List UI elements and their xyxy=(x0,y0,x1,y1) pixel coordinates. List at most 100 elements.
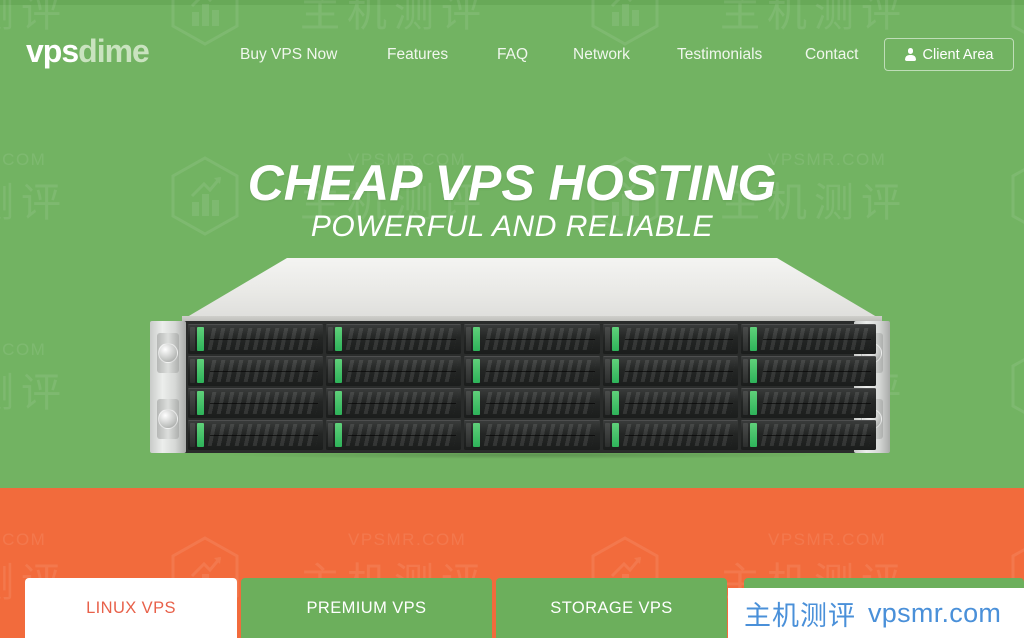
logo-primary-text: vps xyxy=(26,33,79,69)
drive-bay-seam xyxy=(762,371,871,372)
drive-bay-handle xyxy=(742,423,748,447)
server-rack-ear-left xyxy=(150,321,186,453)
logo-secondary-text: dime xyxy=(78,33,150,69)
drive-bay-handle xyxy=(742,359,748,383)
drive-bay xyxy=(740,420,876,450)
drive-bay-seam xyxy=(762,403,871,404)
site-logo[interactable]: vpsdime xyxy=(26,33,150,69)
drive-bay xyxy=(602,388,738,418)
tab-premium-vps[interactable]: PREMIUM VPS xyxy=(241,578,492,638)
drive-bay xyxy=(740,356,876,386)
drive-bay-latch xyxy=(473,423,481,447)
drive-bay-handle xyxy=(328,391,334,415)
drive-bay xyxy=(602,324,738,354)
client-area-button[interactable]: Client Area xyxy=(884,38,1014,71)
drive-bay-seam xyxy=(762,435,871,436)
drive-bay-seam xyxy=(348,435,457,436)
drive-bay-seam xyxy=(210,339,319,340)
site-watermark-badge: 主机测评 vpsmr.com xyxy=(728,588,1024,638)
drive-bay xyxy=(326,420,462,450)
drive-bay-latch xyxy=(473,327,481,351)
drive-bay-seam xyxy=(624,371,733,372)
drive-bay-handle xyxy=(466,327,472,351)
tab-storage-vps[interactable]: STORAGE VPS xyxy=(496,578,727,638)
drive-bay-seam xyxy=(348,371,457,372)
drive-bay-seam xyxy=(210,435,319,436)
nav-item-faq[interactable]: FAQ xyxy=(497,43,528,67)
site-header: vpsdime Buy VPS Now Features FAQ Network Tes… xyxy=(0,5,1024,89)
drive-bay xyxy=(188,388,324,418)
drive-bay-handle xyxy=(328,423,334,447)
drive-bay-latch xyxy=(197,359,204,383)
server-shadow xyxy=(210,451,850,459)
drive-bay-latch xyxy=(335,327,343,351)
drive-bay-seam xyxy=(762,339,871,340)
drive-bay xyxy=(464,388,600,418)
drive-bay xyxy=(188,324,324,354)
drive-bay-handle xyxy=(604,423,610,447)
drive-bay xyxy=(602,420,738,450)
nav-item-contact[interactable]: Contact xyxy=(805,43,858,67)
drive-bay xyxy=(326,388,462,418)
drive-bay-seam xyxy=(348,339,457,340)
hero-subtitle: POWERFUL AND RELIABLE xyxy=(310,210,714,243)
watermark-url-text: vpsmr.com xyxy=(868,597,1002,628)
drive-bay xyxy=(464,420,600,450)
drive-bay-handle xyxy=(604,359,610,383)
drive-bay-handle xyxy=(604,391,610,415)
drive-bay-handle xyxy=(742,327,748,351)
drive-bay-handle xyxy=(190,327,195,351)
drive-bay-handle xyxy=(190,359,195,383)
drive-bay-latch xyxy=(611,359,619,383)
drive-bay-latch xyxy=(473,391,481,415)
drive-bay-handle xyxy=(604,327,610,351)
drive-bay xyxy=(464,356,600,386)
drive-bay-latch xyxy=(197,391,204,415)
drive-bay-latch xyxy=(611,423,619,447)
user-icon xyxy=(904,48,916,61)
server-lid xyxy=(182,258,882,320)
ear-knob xyxy=(158,409,178,429)
drive-bay-seam xyxy=(486,435,595,436)
drive-bay-handle xyxy=(190,423,195,447)
drive-bay-seam xyxy=(210,371,319,372)
nav-item-network[interactable]: Network xyxy=(573,43,630,67)
drive-bay-seam xyxy=(210,403,319,404)
drive-bay-latch xyxy=(197,423,204,447)
drive-bay-handle xyxy=(466,359,472,383)
drive-bay xyxy=(740,388,876,418)
nav-item-features[interactable]: Features xyxy=(387,43,448,67)
drive-bay-seam xyxy=(624,339,733,340)
watermark-cn-text: 主机测评 xyxy=(744,600,856,632)
nav-item-testimonials[interactable]: Testimonials xyxy=(677,43,762,67)
drive-bay xyxy=(602,356,738,386)
ear-knob xyxy=(158,343,178,363)
drive-bay-latch xyxy=(335,391,343,415)
drive-bay-seam xyxy=(486,403,595,404)
drive-bay-latch xyxy=(335,359,343,383)
page-root: VPSMR.COM主机测评VPSMR.COM主机测评VPSMR.COM主机测评V… xyxy=(0,0,1024,638)
drive-bay-latch xyxy=(749,327,757,351)
drive-bay-handle xyxy=(466,423,472,447)
drive-bay-latch xyxy=(749,423,757,447)
drive-bay-latch xyxy=(611,327,619,351)
drive-bay-seam xyxy=(624,403,733,404)
drive-bay-handle xyxy=(190,391,195,415)
drive-bay-latch xyxy=(749,391,757,415)
drive-bay-latch xyxy=(335,423,343,447)
nav-item-buy-vps-now[interactable]: Buy VPS Now xyxy=(240,43,337,67)
client-area-label: Client Area xyxy=(922,46,994,63)
drive-bay-grid xyxy=(188,324,876,450)
drive-bay-handle xyxy=(328,359,334,383)
rackmount-server-image xyxy=(150,258,890,473)
drive-bay xyxy=(326,324,462,354)
tab-linux-vps[interactable]: LINUX VPS xyxy=(25,578,237,638)
drive-bay-handle xyxy=(328,327,334,351)
drive-bay-seam xyxy=(348,403,457,404)
drive-bay-seam xyxy=(486,371,595,372)
drive-bay-handle xyxy=(742,391,748,415)
drive-bay-seam xyxy=(486,339,595,340)
drive-bay xyxy=(188,356,324,386)
drive-bay-latch xyxy=(749,359,757,383)
drive-bay xyxy=(740,324,876,354)
